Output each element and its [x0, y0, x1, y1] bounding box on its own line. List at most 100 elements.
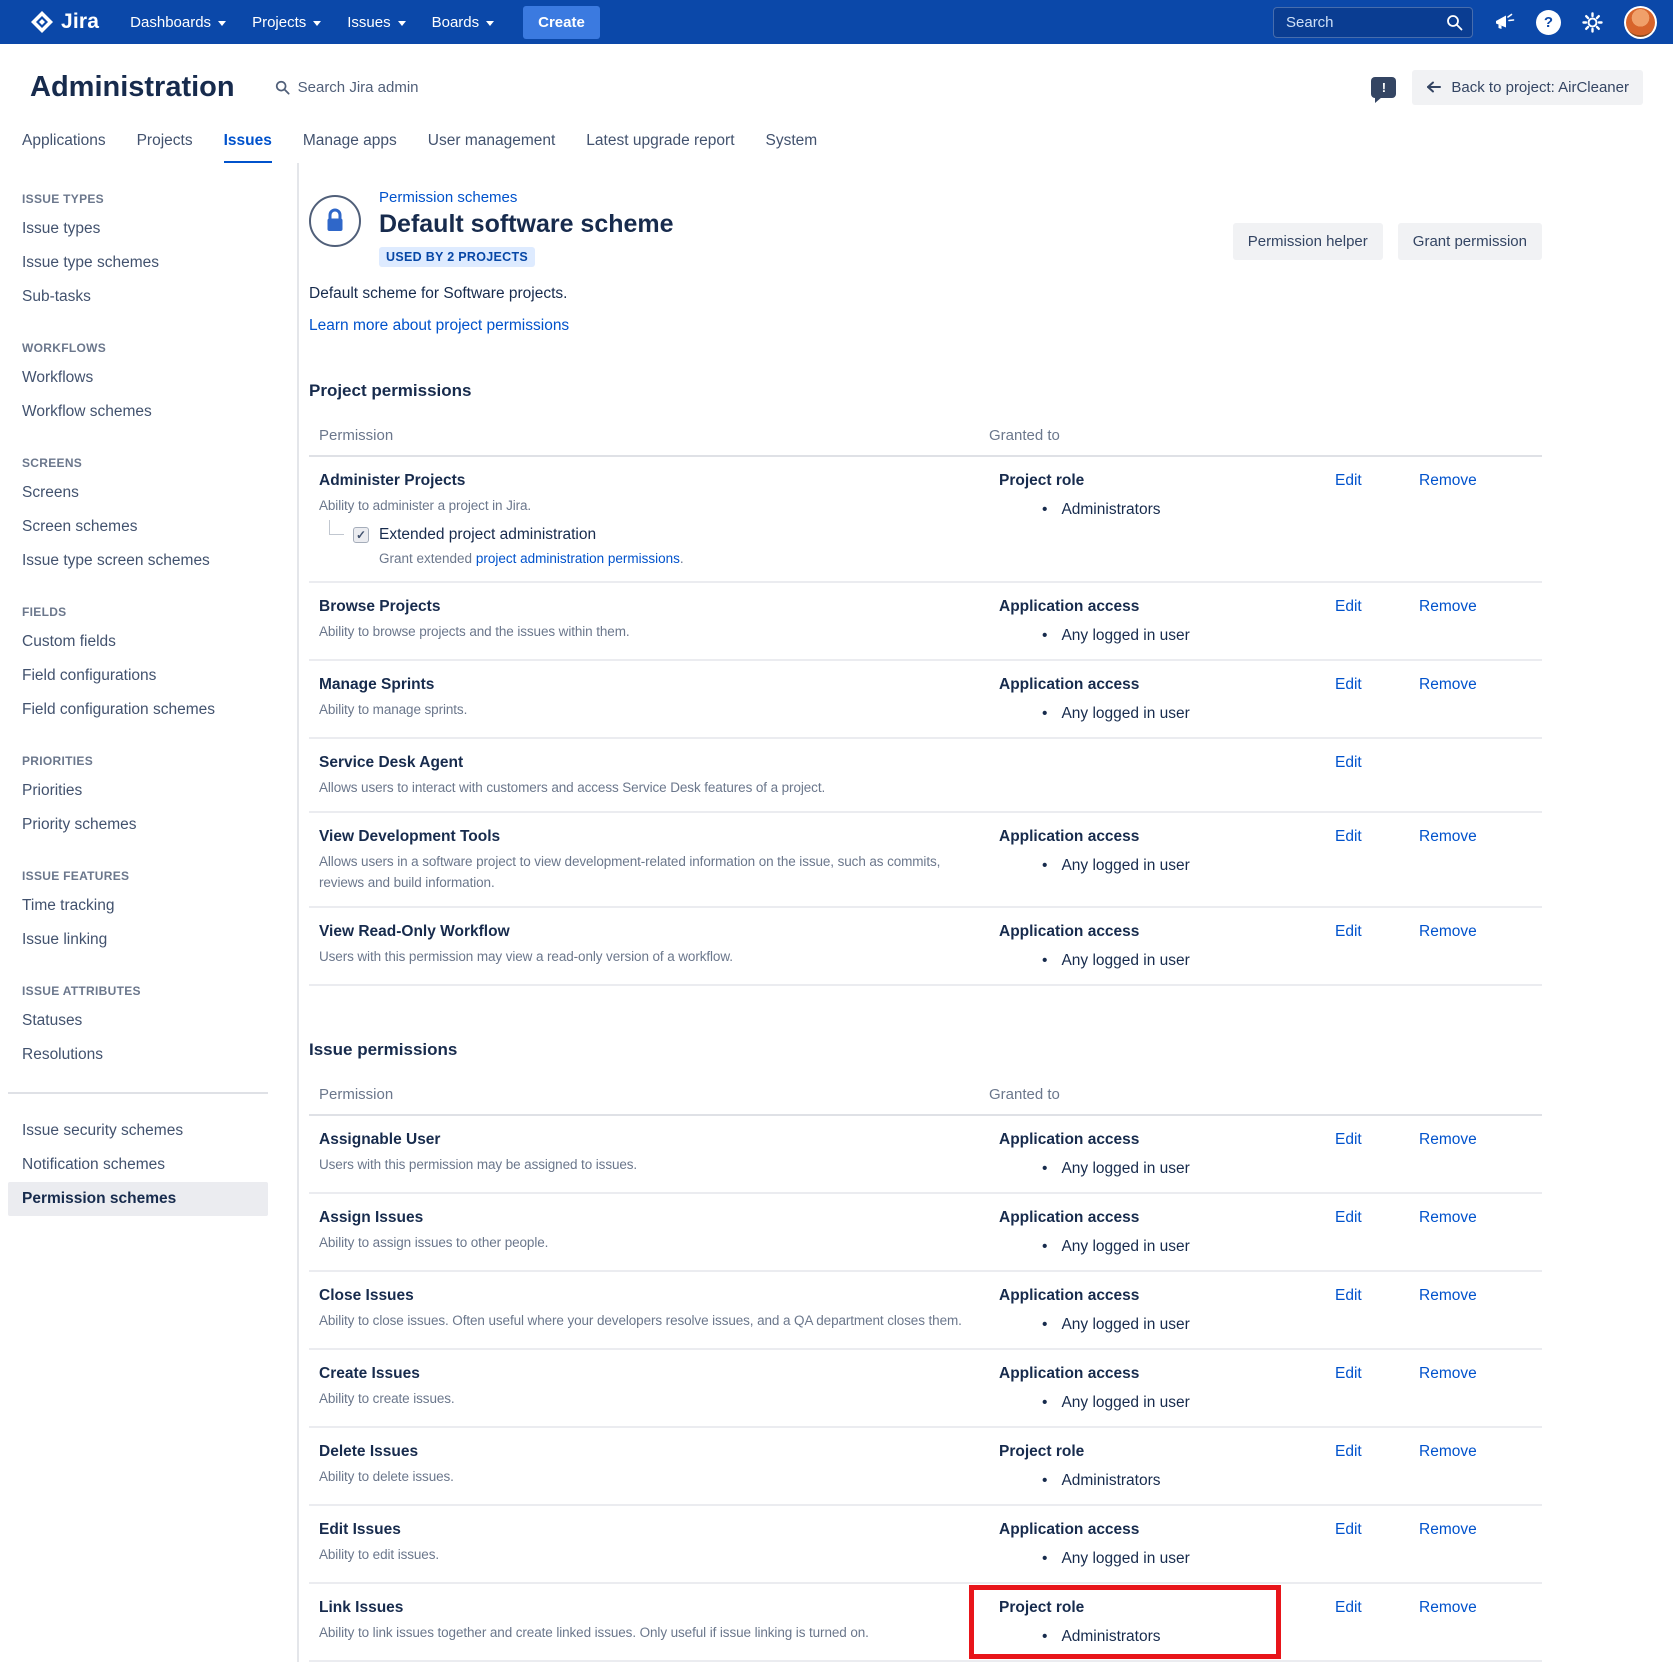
section-heading: Issue permissions: [309, 1040, 1542, 1060]
permission-cell: Link IssuesAbility to link issues togeth…: [319, 1597, 989, 1647]
jira-logo-icon: [30, 10, 54, 34]
sidebar-section-title: PRIORITIES: [8, 754, 297, 768]
sidebar-item-priority-schemes[interactable]: Priority schemes: [8, 808, 268, 842]
granted-to-cell: Application access•Any logged in user: [989, 1129, 1329, 1179]
remove-link[interactable]: Remove: [1419, 1131, 1477, 1148]
edit-link[interactable]: Edit: [1335, 1287, 1362, 1304]
edit-link[interactable]: Edit: [1335, 1131, 1362, 1148]
remove-cell: Remove: [1415, 596, 1542, 646]
back-to-project-button[interactable]: Back to project: AirCleaner: [1412, 70, 1643, 105]
admin-search[interactable]: Search Jira admin: [275, 79, 419, 96]
remove-link[interactable]: Remove: [1419, 1599, 1477, 1616]
edit-link[interactable]: Edit: [1335, 1521, 1362, 1538]
sidebar-item-issue-security-schemes[interactable]: Issue security schemes: [8, 1114, 268, 1148]
bullet-icon: •: [1042, 855, 1047, 876]
remove-link[interactable]: Remove: [1419, 472, 1477, 489]
learn-more-link[interactable]: Learn more about project permissions: [309, 317, 569, 335]
jira-logo[interactable]: Jira: [30, 10, 99, 34]
top-nav-menu-boards[interactable]: Boards: [432, 14, 495, 31]
sidebar-item-custom-fields[interactable]: Custom fields: [8, 625, 268, 659]
granted-to-cell: [989, 752, 1329, 798]
tab-manage-apps[interactable]: Manage apps: [303, 132, 397, 163]
permission-cell: Edit IssuesAbility to edit issues.: [319, 1519, 989, 1569]
remove-link[interactable]: Remove: [1419, 598, 1477, 615]
sidebar-item-workflow-schemes[interactable]: Workflow schemes: [8, 395, 268, 429]
edit-link[interactable]: Edit: [1335, 828, 1362, 845]
permission-title: View Development Tools: [319, 826, 969, 847]
remove-link[interactable]: Remove: [1419, 1209, 1477, 1226]
table-row: Edit IssuesAbility to edit issues.Applic…: [309, 1506, 1542, 1584]
edit-link[interactable]: Edit: [1335, 598, 1362, 615]
granted-value-line: •Any logged in user: [999, 625, 1329, 646]
avatar[interactable]: [1624, 6, 1657, 39]
edit-link[interactable]: Edit: [1335, 1209, 1362, 1226]
remove-link[interactable]: Remove: [1419, 1521, 1477, 1538]
remove-link[interactable]: Remove: [1419, 923, 1477, 940]
remove-link[interactable]: Remove: [1419, 1443, 1477, 1460]
help-icon[interactable]: ?: [1536, 10, 1561, 35]
project-admin-permissions-link[interactable]: project administration permissions: [476, 551, 680, 566]
granted-type: Project role: [999, 1597, 1329, 1618]
tab-applications[interactable]: Applications: [22, 132, 106, 163]
permission-cell: Browse ProjectsAbility to browse project…: [319, 596, 989, 646]
edit-link[interactable]: Edit: [1335, 472, 1362, 489]
sidebar-section-title: SCREENS: [8, 456, 297, 470]
permission-section: Issue permissionsPermissionGranted toAss…: [309, 1040, 1542, 1662]
create-button[interactable]: Create: [523, 6, 600, 39]
sidebar-item-issue-type-schemes[interactable]: Issue type schemes: [8, 246, 268, 280]
sidebar-item-issue-type-screen-schemes[interactable]: Issue type screen schemes: [8, 544, 268, 578]
gear-icon[interactable]: [1582, 12, 1603, 33]
remove-link[interactable]: Remove: [1419, 1287, 1477, 1304]
top-nav-menu-dashboards[interactable]: Dashboards: [130, 14, 226, 31]
permission-description: Users with this permission may view a re…: [319, 946, 969, 967]
search-icon: [1446, 14, 1463, 31]
top-nav-menu-projects[interactable]: Projects: [252, 14, 321, 31]
tab-projects[interactable]: Projects: [137, 132, 193, 163]
granted-type: Application access: [999, 1207, 1329, 1228]
sidebar-item-screen-schemes[interactable]: Screen schemes: [8, 510, 268, 544]
breadcrumb-permission-schemes[interactable]: Permission schemes: [379, 189, 674, 206]
sidebar-item-permission-schemes[interactable]: Permission schemes: [8, 1182, 268, 1216]
edit-link[interactable]: Edit: [1335, 1443, 1362, 1460]
granted-to-cell: Application access•Any logged in user: [989, 1285, 1329, 1335]
global-search-input[interactable]: [1273, 7, 1473, 38]
sidebar-item-field-configurations[interactable]: Field configurations: [8, 659, 268, 693]
sidebar-item-issue-linking[interactable]: Issue linking: [8, 923, 268, 957]
remove-link[interactable]: Remove: [1419, 828, 1477, 845]
granted-type: Application access: [999, 674, 1329, 695]
edit-cell: Edit: [1329, 1363, 1415, 1413]
sidebar-item-screens[interactable]: Screens: [8, 476, 268, 510]
granted-type: Project role: [999, 1441, 1329, 1462]
sidebar-item-workflows[interactable]: Workflows: [8, 361, 268, 395]
granted-value: Any logged in user: [1061, 1392, 1189, 1413]
granted-value: Administrators: [1061, 1626, 1160, 1647]
feedback-icon[interactable]: !: [1371, 77, 1396, 98]
sidebar-item-priorities[interactable]: Priorities: [8, 774, 268, 808]
sidebar-item-sub-tasks[interactable]: Sub-tasks: [8, 280, 268, 314]
sidebar-item-field-configuration-schemes[interactable]: Field configuration schemes: [8, 693, 268, 727]
remove-link[interactable]: Remove: [1419, 676, 1477, 693]
edit-link[interactable]: Edit: [1335, 923, 1362, 940]
permission-helper-button[interactable]: Permission helper: [1233, 223, 1383, 260]
grant-permission-button[interactable]: Grant permission: [1398, 223, 1542, 260]
extended-admin-checkbox[interactable]: ✓: [353, 527, 369, 543]
edit-link[interactable]: Edit: [1335, 676, 1362, 693]
global-search[interactable]: [1273, 7, 1473, 38]
top-nav-menu-issues[interactable]: Issues: [347, 14, 405, 31]
bullet-icon: •: [1042, 1626, 1047, 1647]
tab-latest-upgrade-report[interactable]: Latest upgrade report: [586, 132, 734, 163]
tab-user-management[interactable]: User management: [428, 132, 556, 163]
tab-system[interactable]: System: [766, 132, 818, 163]
edit-link[interactable]: Edit: [1335, 754, 1362, 771]
table-header-row: PermissionGranted to: [309, 1078, 1542, 1116]
remove-link[interactable]: Remove: [1419, 1365, 1477, 1382]
sidebar-item-notification-schemes[interactable]: Notification schemes: [8, 1148, 268, 1182]
sidebar-item-issue-types[interactable]: Issue types: [8, 212, 268, 246]
sidebar-item-statuses[interactable]: Statuses: [8, 1004, 268, 1038]
sidebar-item-resolutions[interactable]: Resolutions: [8, 1038, 268, 1072]
sidebar-item-time-tracking[interactable]: Time tracking: [8, 889, 268, 923]
tab-issues[interactable]: Issues: [224, 132, 272, 163]
edit-link[interactable]: Edit: [1335, 1365, 1362, 1382]
edit-link[interactable]: Edit: [1335, 1599, 1362, 1616]
megaphone-icon[interactable]: [1494, 12, 1515, 32]
